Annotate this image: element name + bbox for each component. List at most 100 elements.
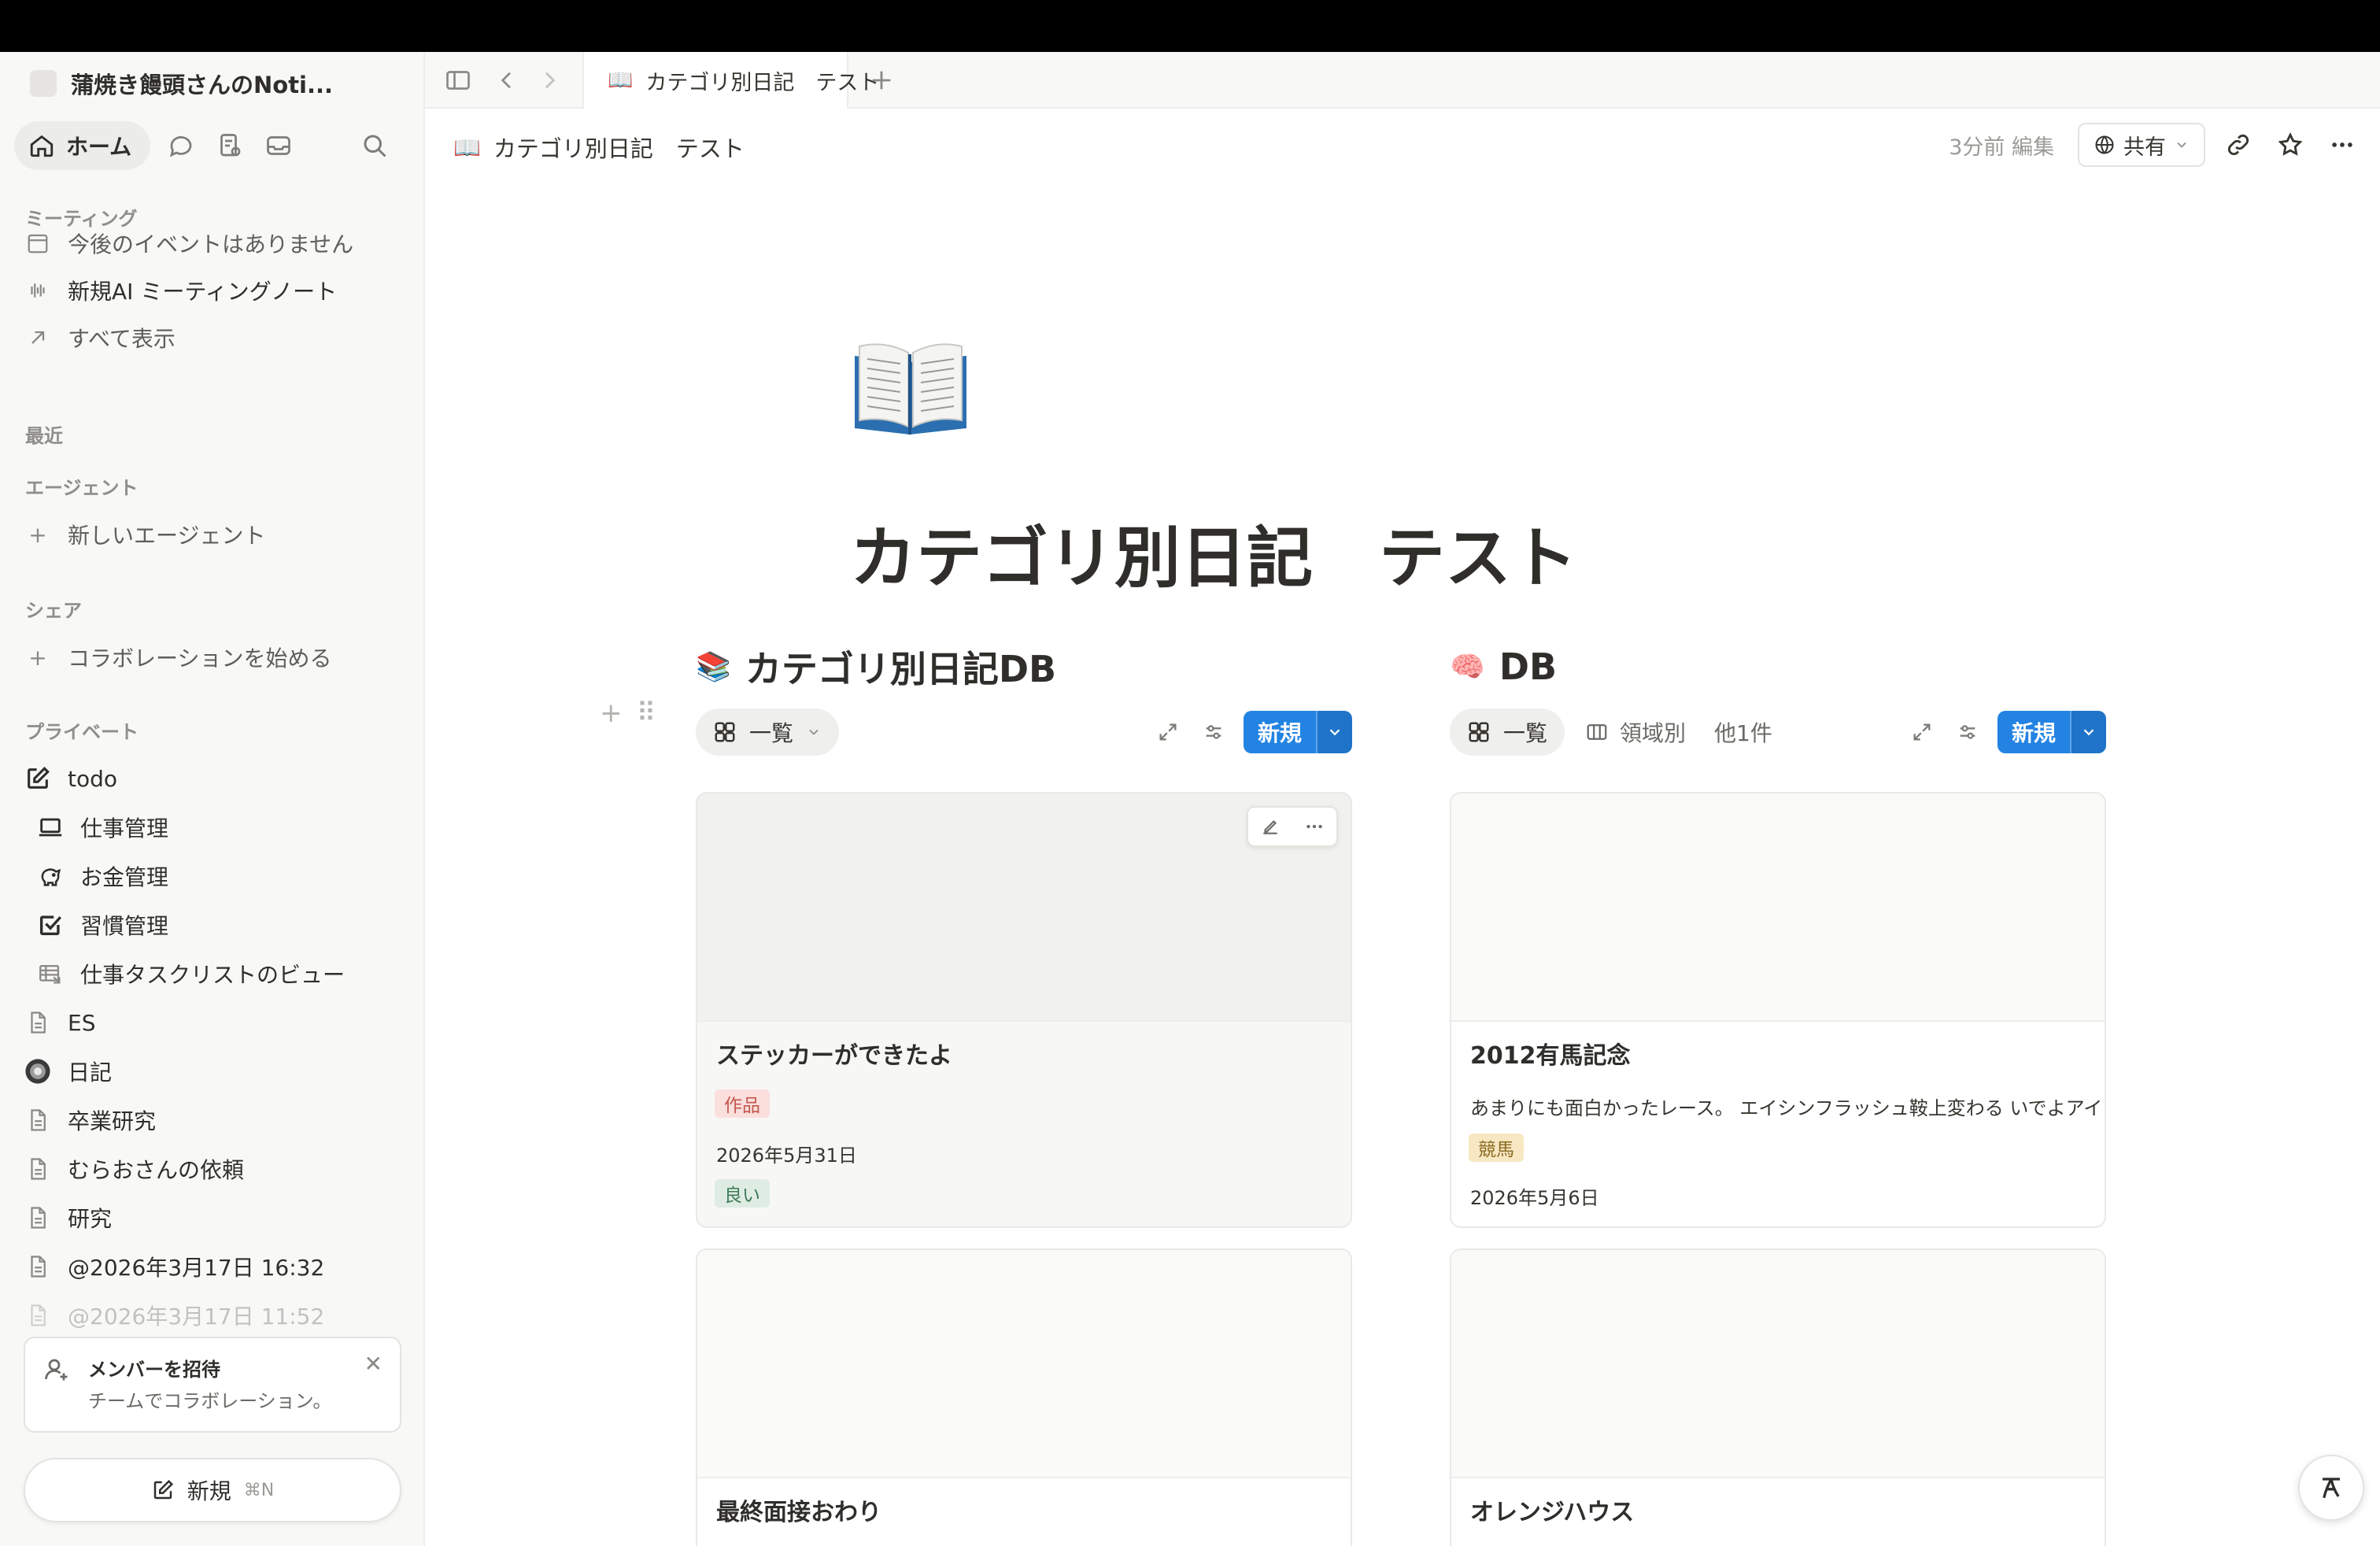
inbox-icon[interactable] [254, 121, 303, 170]
invite-members-card[interactable]: メンバーを招待 チームでコラボレーション。 ✕ [24, 1337, 401, 1433]
home-button[interactable]: ホーム [14, 121, 151, 170]
sidebar-item-dated-page[interactable]: @2026年3月17日 11:52 [24, 1294, 324, 1337]
compose-icon [151, 1478, 175, 1502]
breadcrumb-page: カテゴリ別日記 テスト [493, 135, 745, 162]
gallery-card[interactable]: オレンジハウス [1450, 1248, 2106, 1546]
chat-bubble-icon[interactable] [157, 121, 205, 170]
tab-label: カテゴリ別日記 テスト [645, 70, 880, 95]
search-icon[interactable] [350, 121, 399, 170]
share-button[interactable]: 共有 [2078, 123, 2205, 167]
sidebar-item-graduation-research[interactable]: 卒業研究 [24, 1099, 156, 1141]
tab-current-page[interactable]: 📖 カテゴリ別日記 テスト [582, 52, 879, 109]
new-page-button[interactable]: 新規 ⌘N [24, 1458, 401, 1522]
agent-section-title[interactable]: エージェント [25, 472, 139, 500]
brain-icon: 🧠 [1450, 651, 1485, 683]
back-icon[interactable] [490, 63, 524, 98]
workspace-switcher[interactable]: 蒲焼き饅頭さんのNoti... [30, 66, 333, 101]
sidebar-item-label: 今後のイベントはありません [68, 231, 354, 257]
gallery-card[interactable]: 最終面接おわり [696, 1248, 1352, 1546]
sidebar-item-new-ai-meeting[interactable]: 新規AI ミーティングノート [24, 269, 337, 312]
open-book-icon: 📖 [453, 134, 481, 161]
sidebar-item-start-collaboration[interactable]: + コラボレーションを始める [24, 636, 331, 679]
forward-icon[interactable] [532, 63, 567, 98]
page-icon [24, 1106, 52, 1134]
plus-icon: + [28, 521, 47, 548]
share-label: 共有 [2123, 135, 2166, 160]
sidebar-toggle-icon[interactable] [441, 63, 475, 98]
chevron-down-icon[interactable] [2070, 711, 2106, 753]
block-handle[interactable]: + ⠿ [600, 697, 656, 729]
star-icon[interactable] [2271, 126, 2309, 164]
sidebar-item-show-all[interactable]: すべて表示 [24, 316, 176, 359]
chevron-down-icon[interactable] [1316, 711, 1352, 753]
sidebar-item-label: @2026年3月17日 11:52 [68, 1304, 325, 1330]
sidebar-item-task-list-view[interactable]: 仕事タスクリストのビュー [36, 952, 345, 995]
view-tab-gallery[interactable]: 一覧 [696, 708, 840, 756]
link-icon[interactable] [2219, 126, 2257, 164]
card-date: 2026年5月6日 [1470, 1187, 1599, 1209]
sidebar-item-new-agent[interactable]: + 新しいエージェント [24, 513, 265, 556]
new-entry-label[interactable]: 新規 [1243, 711, 1316, 753]
tab-bar: 📖 カテゴリ別日記 テスト [425, 52, 2380, 109]
open-book-icon[interactable] [850, 332, 971, 442]
database-diary-category: 📚 カテゴリ別日記DB 一覧 新規 [696, 634, 1352, 756]
notion-ai-button[interactable] [2298, 1455, 2364, 1521]
database-tools: 新規 [1152, 708, 1352, 756]
page-icon [24, 1252, 52, 1281]
new-entry-button[interactable]: 新規 [1997, 711, 2106, 753]
sidebar-item-dated-page[interactable]: @2026年3月17日 16:32 [24, 1245, 324, 1288]
private-section-title[interactable]: プライベート [25, 716, 139, 744]
sidebar-item-es[interactable]: ES [24, 1001, 95, 1044]
settings-sliders-icon[interactable] [1952, 716, 1983, 748]
sidebar-item-todo[interactable]: todo [24, 757, 117, 800]
share-section-title[interactable]: シェア [25, 595, 82, 623]
view-tab-gallery[interactable]: 一覧 [1450, 708, 1565, 756]
card-actions [1247, 806, 1338, 847]
page-icon [24, 1155, 52, 1183]
database-brain: 🧠 DB 一覧 領域別 他1件 新規 [1450, 634, 2106, 756]
view-tab-board[interactable]: 領域別 [1577, 708, 1694, 756]
breadcrumb[interactable]: 📖 カテゴリ別日記 テスト [453, 126, 745, 168]
page-title[interactable]: カテゴリ別日記 テスト [850, 505, 1577, 601]
sidebar-item-label: 新しいエージェント [68, 523, 266, 549]
sidebar-item-research[interactable]: 研究 [24, 1196, 112, 1239]
meeting-notes-icon[interactable] [205, 121, 254, 170]
card-description: あまりにも面白かったレース。 エイシンフラッシュ鞍上変わる いでよアイフ [1470, 1097, 2100, 1119]
edit-pencil-icon[interactable] [1248, 808, 1292, 845]
gallery-card[interactable]: 2012有馬記念 あまりにも面白かったレース。 エイシンフラッシュ鞍上変わる い… [1450, 792, 2106, 1228]
database-title[interactable]: 📚 カテゴリ別日記DB [696, 634, 1352, 699]
drag-handle-icon[interactable]: ⠿ [637, 697, 656, 729]
new-tab-icon[interactable] [864, 63, 899, 98]
new-entry-label[interactable]: 新規 [1997, 711, 2070, 753]
sidebar-item-label: @2026年3月17日 16:32 [68, 1255, 325, 1281]
ai-face-icon [2314, 1470, 2349, 1505]
card-title: 2012有馬記念 [1470, 1042, 1631, 1070]
more-views-button[interactable]: 他1件 [1706, 708, 1780, 756]
database-toolbar: 一覧 新規 [696, 708, 1352, 756]
more-options-icon[interactable] [2323, 126, 2361, 164]
sidebar-item-label: ES [68, 1009, 96, 1036]
last-edited-text: 3分前 編集 [1949, 135, 2054, 160]
close-icon[interactable]: ✕ [364, 1351, 382, 1377]
settings-sliders-icon[interactable] [1198, 716, 1229, 748]
new-entry-button[interactable]: 新規 [1243, 711, 1352, 753]
gallery-card[interactable]: ステッカーができたよ 作品 2026年5月31日 良い [696, 792, 1352, 1228]
expand-icon[interactable] [1152, 716, 1184, 748]
expand-icon[interactable] [1906, 716, 1938, 748]
recent-section-title[interactable]: 最近 [25, 420, 63, 448]
sidebar-item-work[interactable]: 仕事管理 [36, 806, 168, 849]
sidebar-item-diary[interactable]: 日記 [24, 1050, 112, 1093]
sidebar-item-habits[interactable]: 習慣管理 [36, 904, 168, 946]
table-icon [36, 960, 65, 988]
database-tools: 新規 [1906, 708, 2106, 756]
workspace-avatar [30, 70, 57, 97]
chevron-down-icon [2174, 137, 2190, 153]
page-header-actions: 3分前 編集 共有 [1949, 121, 2361, 168]
add-block-icon[interactable]: + [600, 697, 623, 729]
sidebar-item-murao-request[interactable]: むらおさんの依頼 [24, 1148, 244, 1190]
database-title[interactable]: 🧠 DB [1450, 634, 2106, 699]
sidebar-item-money[interactable]: お金管理 [36, 855, 168, 897]
more-options-icon[interactable] [1292, 808, 1336, 845]
card-title: 最終面接おわり [716, 1499, 881, 1526]
sidebar-item-upcoming-events[interactable]: 今後のイベントはありません [24, 222, 353, 264]
